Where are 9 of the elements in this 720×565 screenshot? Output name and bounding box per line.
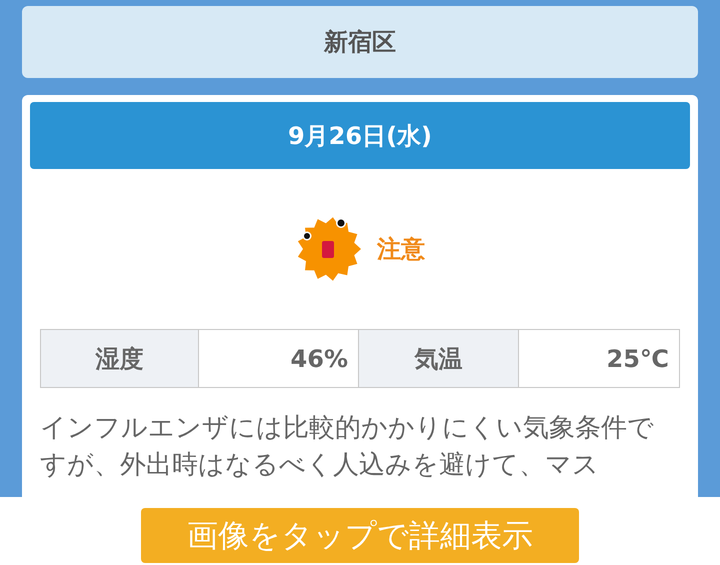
- advice-text: インフルエンザには比較的かかりにくい気象条件ですが、外出時はなるべく人込みを避けて、マス: [40, 412, 655, 482]
- date-bar: 9月26日(水): [30, 102, 690, 169]
- stat-label-cell: 気温: [359, 330, 519, 387]
- stat-label-cell: 湿度: [41, 330, 199, 387]
- stat-value-cell-text: 25℃: [606, 344, 670, 374]
- alert-level-label: 注意: [377, 234, 425, 265]
- area-banner: 新宿区: [22, 6, 698, 78]
- detail-button[interactable]: 画像をタップで詳細表示: [141, 508, 579, 563]
- germ-character-icon: [295, 215, 363, 283]
